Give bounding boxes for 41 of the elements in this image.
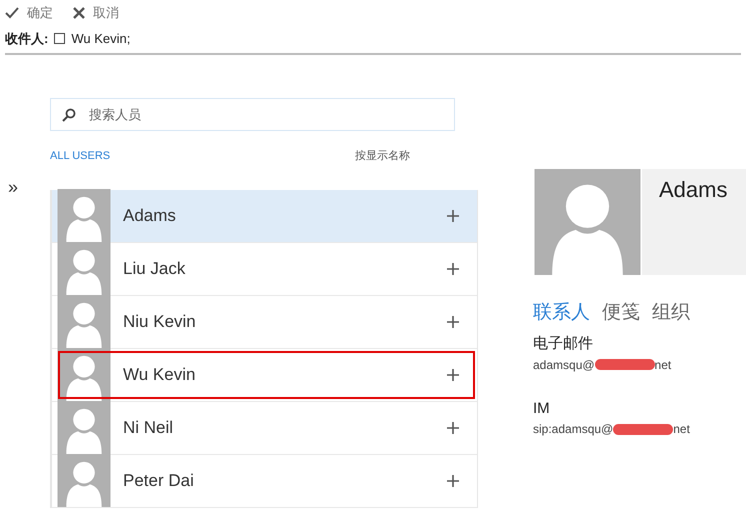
recipient-checkbox[interactable]: [54, 33, 66, 44]
person-name: Wu Kevin: [123, 364, 196, 386]
add-icon[interactable]: [447, 368, 459, 380]
field-label: 电子邮件: [533, 334, 594, 354]
field-label: IM: [533, 398, 551, 418]
add-icon[interactable]: [447, 262, 459, 274]
add-icon[interactable]: [447, 474, 459, 486]
search-icon: [62, 108, 76, 122]
detail-tab[interactable]: 组织: [652, 298, 690, 327]
add-icon[interactable]: [447, 210, 459, 222]
avatar-icon: [57, 189, 111, 242]
field-value: net: [673, 421, 690, 438]
avatar-icon: [533, 168, 642, 274]
detail-tab[interactable]: 联系人: [533, 298, 590, 327]
recipients-label: 收件人:: [5, 30, 48, 48]
add-icon[interactable]: [447, 316, 459, 328]
person-row[interactable]: Adams: [52, 190, 477, 242]
field-value: sip:adamsqu@: [533, 421, 614, 438]
field-value: net: [654, 356, 672, 374]
detail-tab[interactable]: 便笺: [602, 298, 640, 327]
expand-icon[interactable]: »: [8, 176, 18, 196]
avatar-icon: [57, 401, 111, 454]
cancel-button[interactable]: 取消: [73, 2, 119, 22]
person-name: Adams: [123, 204, 177, 227]
close-icon: [73, 6, 85, 18]
person-name: Ni Neil: [123, 416, 174, 439]
filter-link[interactable]: ALL USERS: [50, 148, 110, 165]
add-icon[interactable]: [447, 422, 459, 434]
contact-name: Adams: [659, 176, 728, 202]
search-field[interactable]: 搜索人员: [50, 98, 455, 130]
confirm-button[interactable]: 确定: [5, 2, 53, 22]
field-value: adamsqu@: [533, 356, 595, 374]
avatar-icon: [57, 295, 111, 348]
recipient-name[interactable]: Wu Kevin;: [71, 29, 130, 48]
sort-label[interactable]: 按显示名称: [355, 148, 410, 165]
person-name: Peter Dai: [123, 470, 195, 492]
person-name: Niu Kevin: [123, 310, 197, 333]
avatar-icon: [57, 242, 111, 295]
person-name: Liu Jack: [123, 258, 186, 280]
check-icon: [5, 6, 19, 18]
avatar-icon: [57, 454, 111, 507]
